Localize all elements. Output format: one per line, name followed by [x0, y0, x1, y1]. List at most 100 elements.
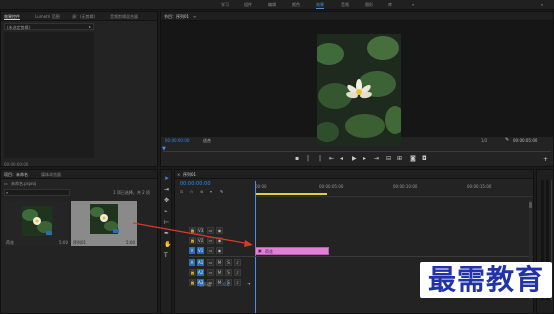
go-to-end-icon[interactable]: ⇥: [247, 281, 250, 286]
workspace-tab-audio[interactable]: 音频: [341, 2, 349, 8]
clip-select-value: (未选定剪辑): [7, 25, 31, 30]
lotus-preview-frame: [317, 34, 401, 146]
playhead-marker[interactable]: ▼: [162, 146, 166, 152]
track-lock-icon[interactable]: 🔒: [189, 269, 196, 276]
chevron-right-icon: ▸: [88, 24, 91, 29]
solo-button[interactable]: S: [225, 269, 232, 276]
project-search-input[interactable]: ⌕: [4, 189, 70, 196]
add-button-icon[interactable]: +: [543, 157, 548, 163]
extract-icon[interactable]: ⊞: [397, 156, 402, 162]
tab-media-browser[interactable]: 媒体浏览器: [41, 172, 61, 178]
export-frame-icon[interactable]: ◙: [410, 156, 416, 162]
workspace-tab-libraries[interactable]: 库: [388, 2, 392, 8]
effect-controls-area: [4, 32, 94, 158]
sync-lock-icon[interactable]: ▭: [207, 259, 214, 266]
program-timecode-current[interactable]: 00:00:00:00: [165, 138, 189, 143]
project-item-clip[interactable]: 荷花 5:00: [4, 201, 68, 246]
timeline-sequence-tab[interactable]: 序列01: [183, 172, 196, 178]
lift-icon[interactable]: ⊟: [386, 156, 391, 162]
ripple-edit-tool-icon[interactable]: ✥: [164, 198, 169, 204]
wrench-icon[interactable]: ✎: [505, 137, 509, 143]
watermark-background: 最需教育: [420, 262, 552, 298]
resolution-select[interactable]: 1/2: [481, 138, 487, 143]
more-workspaces-icon[interactable]: »: [412, 2, 414, 7]
linked-selection-icon[interactable]: ⊗: [200, 189, 203, 194]
workspace-tab-assembly[interactable]: 组件: [244, 2, 252, 8]
ruler-label: 00:00:15:00: [467, 184, 492, 189]
timeline-tool-icons: ⊡ ∩ ⊗ ▾ ✎: [180, 189, 240, 195]
type-tool-icon[interactable]: T: [164, 253, 168, 259]
mic-icon[interactable]: ♪: [234, 259, 241, 266]
clip-name: 荷花: [6, 240, 14, 245]
step-forward-icon[interactable]: ▸: [363, 156, 366, 162]
sequence-badge-icon: [113, 229, 119, 233]
search-icon[interactable]: ⌕: [541, 2, 543, 7]
ruler-label: 00:00: [255, 184, 267, 189]
workspace-tab-learn[interactable]: 学习: [221, 2, 229, 8]
master-volume-value[interactable]: 0.0: [223, 282, 229, 287]
nest-icon[interactable]: ⊡: [180, 189, 183, 194]
menu-icon[interactable]: ≡: [193, 14, 196, 19]
selection-info: 1 项已选择，共 2 项: [113, 190, 150, 195]
track-select-tool-icon[interactable]: ⇥: [164, 187, 169, 193]
tab-lumetri-scopes[interactable]: Lumetri 范围: [35, 14, 60, 20]
program-monitor-title[interactable]: 节目：序列01: [164, 14, 189, 20]
watermark-text: 最需教育: [428, 263, 545, 296]
sync-lock-icon[interactable]: ▭: [207, 269, 214, 276]
snap-icon[interactable]: ∩: [190, 189, 193, 194]
drag-arrow: [132, 222, 253, 247]
tab-source[interactable]: 源：(无剪辑): [72, 14, 95, 20]
folder-icon: ▭: [4, 181, 8, 186]
timeline-clip[interactable]: ▣ 荷花: [255, 247, 329, 255]
tab-effect-controls[interactable]: 效果控件: [4, 14, 20, 20]
video-badge-icon: [46, 231, 52, 235]
tab-project[interactable]: 项目：未命名: [4, 172, 28, 178]
clear-icon[interactable]: |: [319, 156, 321, 162]
workspace-tab-effects[interactable]: 效果: [316, 2, 324, 9]
clip-select[interactable]: (未选定剪辑) ▸: [4, 23, 94, 30]
master-label: 主声道: [199, 282, 211, 287]
master-track: 主声道 0.0 ⇥: [199, 281, 255, 289]
add-marker-icon[interactable]: ▾: [210, 189, 212, 194]
workspace-tab-color[interactable]: 颜色: [292, 2, 300, 8]
track-target-a2[interactable]: A2: [197, 269, 204, 276]
mark-out-icon[interactable]: |: [307, 156, 309, 162]
scroll-thumb[interactable]: [529, 202, 532, 208]
work-area-bar[interactable]: [255, 193, 327, 195]
timeline-timecode[interactable]: 00:00:00:00: [180, 181, 211, 187]
transport-controls: ▪ | | ⇤ ◂ ▶ ▸ ⇥ ⊟ ⊞ ◙ ◘: [293, 156, 433, 164]
sequence-name: 序列01: [73, 240, 87, 245]
track-lock-icon[interactable]: 🔒: [189, 279, 196, 286]
step-back-icon[interactable]: ◂: [340, 156, 343, 162]
go-to-out-icon[interactable]: ⇥: [374, 156, 379, 162]
program-monitor: 节目：序列01 ≡ 00:00:00:00 适合 1/2 ✎ 00:00:05:…: [160, 11, 554, 167]
mark-in-icon[interactable]: ▪: [295, 156, 299, 162]
tab-audio-clip-mixer[interactable]: 音频剪辑混合器: [110, 14, 138, 20]
camera-icon[interactable]: ◘: [422, 156, 427, 162]
effect-controls-panel: 效果控件 Lumetri 范围 源：(无剪辑) 音频剪辑混合器 (未选定剪辑) …: [0, 11, 158, 167]
search-icon: ⌕: [6, 190, 9, 195]
source-patch-a1[interactable]: A: [189, 259, 195, 266]
wrench-icon[interactable]: ✎: [220, 189, 223, 194]
track-target-a1[interactable]: A1: [197, 259, 204, 266]
project-file-name: 未命名.prproj: [11, 181, 37, 186]
source-timecode: 00:00:00:00: [4, 162, 29, 167]
workspace-tab-graphics[interactable]: 图形: [365, 2, 373, 8]
project-panel-tabs: 项目：未命名 媒体浏览器: [1, 170, 157, 179]
close-icon[interactable]: ×: [177, 172, 180, 177]
fit-zoom-select[interactable]: 适合: [203, 138, 211, 144]
video-audio-divider: [189, 256, 533, 257]
program-time-ruler[interactable]: [163, 148, 551, 152]
selection-tool-icon[interactable]: ➤: [164, 176, 169, 182]
solo-button[interactable]: S: [225, 259, 232, 266]
mute-button[interactable]: M: [216, 269, 223, 276]
project-item-sequence[interactable]: 序列01 5:00: [71, 201, 137, 246]
go-to-in-icon[interactable]: ⇤: [329, 156, 334, 162]
timeline-ruler[interactable]: 00:00 00:00:05:00 00:00:10:00 00:00:15:0…: [255, 181, 533, 197]
play-icon[interactable]: ▶: [352, 156, 357, 162]
program-timecode-total: 00:00:05:00: [513, 138, 538, 143]
mute-button[interactable]: M: [216, 259, 223, 266]
workspace-tab-editing[interactable]: 编辑: [268, 2, 276, 8]
mic-icon[interactable]: ♪: [234, 269, 241, 276]
razor-tool-icon[interactable]: ⌁: [164, 209, 168, 215]
